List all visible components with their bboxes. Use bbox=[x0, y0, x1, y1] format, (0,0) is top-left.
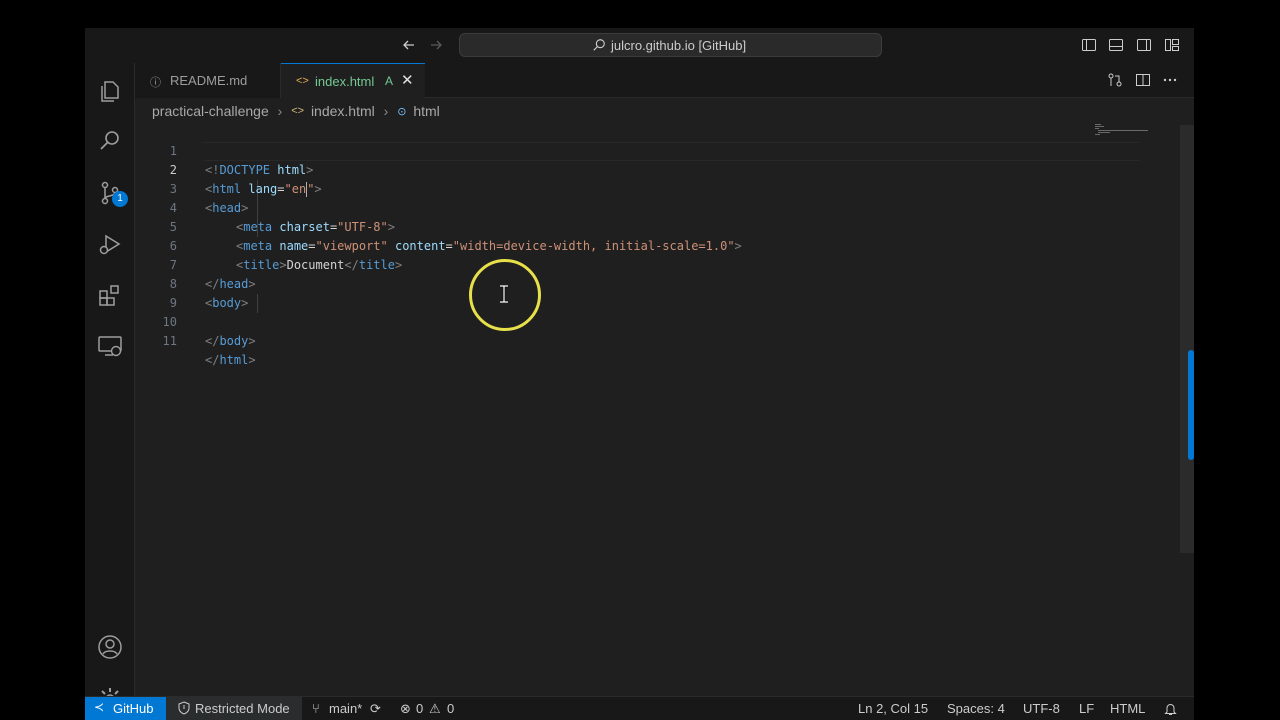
info-icon: ⓘ bbox=[150, 77, 161, 89]
code-line: 4 <meta charset="UTF-8"> bbox=[135, 180, 1135, 234]
remote-icon: ≺ bbox=[94, 700, 105, 714]
chevron-right-icon: › bbox=[383, 103, 389, 120]
warning-icon: ⚠ bbox=[429, 701, 441, 716]
activity-bar: 1 bbox=[85, 63, 135, 719]
remote-indicator[interactable]: ≺ GitHub bbox=[85, 697, 166, 720]
code-line: 6 <title>Document</title> bbox=[135, 218, 1135, 272]
forward-arrow-icon[interactable] bbox=[428, 37, 444, 53]
code-editor[interactable]: 1 <!DOCTYPE html> 2 <html lang="en"> 3 <… bbox=[135, 123, 1194, 700]
ibeam-cursor-icon bbox=[500, 285, 508, 303]
warning-count[interactable]: 0 bbox=[447, 701, 454, 716]
indentation[interactable]: Spaces: 4 bbox=[947, 701, 1005, 716]
line-number: 11 bbox=[162, 334, 177, 348]
extensions-icon[interactable] bbox=[97, 282, 123, 308]
toggle-secondary-sidebar-icon[interactable] bbox=[1136, 37, 1152, 53]
back-arrow-icon[interactable] bbox=[401, 37, 417, 53]
run-debug-icon[interactable] bbox=[97, 231, 123, 257]
breadcrumb-file[interactable]: index.html bbox=[311, 103, 375, 119]
end-of-line[interactable]: LF bbox=[1079, 701, 1094, 716]
shield-icon bbox=[178, 701, 190, 715]
command-center-label: julcro.github.io [GitHub] bbox=[611, 38, 747, 53]
error-count[interactable]: 0 bbox=[416, 701, 423, 716]
toggle-panel-icon[interactable] bbox=[1108, 37, 1124, 53]
code-icon: <> bbox=[291, 105, 305, 118]
code-line: 11 </html> bbox=[135, 313, 1135, 367]
tab-label: README.md bbox=[170, 73, 248, 88]
code-line: 10 </body> bbox=[135, 294, 1135, 348]
status-bar: ≺ GitHub Restricted Mode ⑂ main* ⟳ ⊗ 0 ⚠… bbox=[85, 696, 1194, 720]
more-actions-icon[interactable] bbox=[1162, 72, 1178, 88]
code-line: 5 <meta name="viewport" content="width=d… bbox=[135, 199, 1135, 253]
breadcrumb-folder[interactable]: practical-challenge bbox=[152, 103, 269, 119]
minimap[interactable] bbox=[1095, 124, 1150, 136]
command-center[interactable]: julcro.github.io [GitHub] bbox=[459, 33, 882, 57]
tab-label: index.html bbox=[315, 74, 375, 89]
explorer-icon[interactable] bbox=[97, 77, 123, 103]
remote-explorer-icon[interactable] bbox=[97, 333, 123, 359]
cursor-position[interactable]: Ln 2, Col 15 bbox=[858, 701, 928, 716]
close-icon[interactable]: ✕ bbox=[401, 71, 414, 89]
search-activity-icon[interactable] bbox=[97, 128, 123, 154]
language-mode[interactable]: HTML bbox=[1110, 701, 1145, 716]
branch-name[interactable]: main* bbox=[329, 701, 362, 716]
scrollbar-highlight[interactable] bbox=[1188, 350, 1194, 460]
branch-icon: ⑂ bbox=[312, 701, 320, 716]
split-editor-icon[interactable] bbox=[1135, 72, 1151, 88]
encoding[interactable]: UTF-8 bbox=[1023, 701, 1060, 716]
search-icon bbox=[593, 39, 605, 51]
breadcrumb: practical-challenge › <> index.html › ⊙ … bbox=[152, 102, 440, 122]
bell-icon[interactable] bbox=[1164, 702, 1177, 716]
code-line: 9 bbox=[135, 275, 1135, 310]
tab-index-html[interactable]: <> index.html A ✕ bbox=[281, 63, 425, 99]
code-line: 2 <html lang="en"> bbox=[135, 142, 1135, 197]
code-icon: <> bbox=[296, 75, 309, 87]
breadcrumb-symbol[interactable]: html bbox=[413, 103, 439, 119]
accounts-icon[interactable] bbox=[97, 634, 123, 660]
restricted-mode-indicator[interactable]: Restricted Mode bbox=[166, 697, 302, 720]
code-line: 7 </head> bbox=[135, 237, 1135, 291]
git-added-badge: A bbox=[385, 74, 394, 88]
chevron-right-icon: › bbox=[277, 103, 283, 120]
title-bar: julcro.github.io [GitHub] bbox=[85, 28, 1194, 63]
toggle-primary-sidebar-icon[interactable] bbox=[1081, 37, 1097, 53]
vscode-window: julcro.github.io [GitHub] 1 ⓘ README.md … bbox=[85, 28, 1194, 720]
code-line: 1 <!DOCTYPE html> bbox=[135, 123, 1135, 177]
vertical-scrollbar[interactable] bbox=[1180, 125, 1194, 553]
source-control-badge: 1 bbox=[112, 191, 128, 207]
open-changes-icon[interactable] bbox=[1107, 72, 1123, 88]
error-icon: ⊗ bbox=[400, 701, 411, 716]
customize-layout-icon[interactable] bbox=[1164, 37, 1180, 53]
editor-tab-bar: ⓘ README.md <> index.html A ✕ bbox=[135, 63, 1194, 99]
sync-icon[interactable]: ⟳ bbox=[370, 701, 381, 717]
symbol-element-icon: ⊙ bbox=[397, 105, 407, 118]
tab-readme[interactable]: ⓘ README.md bbox=[135, 63, 281, 98]
code-line: 8 <body> bbox=[135, 256, 1135, 310]
code-line: 3 <head> bbox=[135, 161, 1135, 215]
